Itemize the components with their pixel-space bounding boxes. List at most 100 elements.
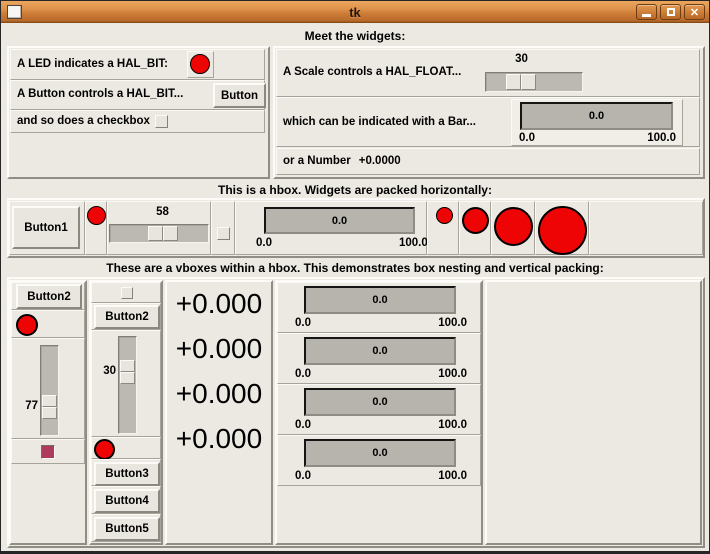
vbox-col3-numbers: +0.000 +0.000 +0.000 +0.000 xyxy=(165,280,273,545)
scale-demo-label: A Scale controls a HAL_FLOAT... xyxy=(283,66,462,78)
handle-right-half xyxy=(163,226,178,241)
checkbox-demo-label: and so does a checkbox xyxy=(17,114,150,127)
window-title: tk xyxy=(349,4,361,20)
vbox-col4-bars: 0.0 0.0 100.0 0.0 0.0 100.0 0.0 0.0 100.… xyxy=(275,280,483,545)
handle-bottom-half xyxy=(120,372,135,384)
hbox-checkbox-cell xyxy=(211,201,235,255)
hal-float-scale-trough[interactable] xyxy=(485,72,583,92)
vboxes-frame: Button2 77 Button2 30 Button3 Button4 Bu… xyxy=(7,277,705,548)
hbox-scale-value: 58 xyxy=(156,206,169,218)
col2-checkbox-cell xyxy=(91,282,161,303)
number-display-1: +0.000 xyxy=(175,288,263,319)
col2-checkbox[interactable] xyxy=(121,287,133,299)
hbox-led-medium xyxy=(462,207,489,234)
close-button[interactable] xyxy=(684,4,705,20)
hal-float-scale-handle[interactable] xyxy=(506,74,536,90)
hbox-scale-handle[interactable] xyxy=(148,226,178,241)
vbox-col1: Button2 77 xyxy=(9,280,87,545)
titlebar[interactable]: tk xyxy=(1,1,709,23)
col2-scale-cell: 30 xyxy=(91,330,161,437)
col1-button-cell: Button2 xyxy=(11,282,85,310)
scale-value-label: 30 xyxy=(515,53,528,65)
bar-1-min: 0.0 xyxy=(295,317,311,329)
hbox-frame: Button1 58 0.0 0.0 100.0 xyxy=(7,198,705,258)
button4[interactable]: Button4 xyxy=(94,489,160,513)
number-display-4: +0.000 xyxy=(175,423,263,454)
vboxes-title: These are a vboxes within a hbox. This d… xyxy=(106,261,604,275)
maximize-button[interactable] xyxy=(660,4,681,20)
hbox-led-medium-cell xyxy=(459,201,491,255)
bar-4-max: 100.0 xyxy=(438,470,467,482)
scale-demo-row: A Scale controls a HAL_FLOAT... 30 xyxy=(276,49,700,97)
handle-right-half xyxy=(521,74,536,90)
col1-scale-trough[interactable] xyxy=(40,345,59,436)
hal-bit-checkbox[interactable] xyxy=(155,115,168,128)
bar-4: 0.0 xyxy=(304,439,456,467)
vbox-col5-empty xyxy=(485,280,702,545)
hal-float-bar: 0.0 xyxy=(520,102,673,130)
handle-top-half xyxy=(120,360,135,372)
bar-group-1: 0.0 0.0 100.0 xyxy=(277,282,481,333)
hbox-led-small xyxy=(436,207,453,224)
button3[interactable]: Button3 xyxy=(94,462,160,486)
tk-window: tk Meet the widgets: A LED indicates a H… xyxy=(0,0,710,554)
bar-group-2: 0.0 0.0 100.0 xyxy=(277,333,481,384)
col2-led-cell xyxy=(91,437,161,460)
hbox-led-large-cell xyxy=(491,201,535,255)
hbox-bar-cell: 0.0 0.0 100.0 xyxy=(235,201,428,255)
number-display-3: +0.000 xyxy=(175,378,263,409)
bar-demo-row: which can be indicated with a Bar... 0.0… xyxy=(276,97,700,147)
bar-3-min: 0.0 xyxy=(295,419,311,431)
col1-scale-handle[interactable] xyxy=(42,395,57,419)
number-demo-row: or a Number +0.0000 xyxy=(276,148,700,175)
hbox-led-xlarge xyxy=(538,206,587,255)
maximize-icon xyxy=(666,8,675,16)
bar-group-4: 0.0 0.0 100.0 xyxy=(277,435,481,486)
hbox-bar-max: 100.0 xyxy=(399,237,428,249)
close-icon xyxy=(690,3,699,21)
handle-left-half xyxy=(148,226,163,241)
button2-col2[interactable]: Button2 xyxy=(94,305,160,329)
col2-button5-cell: Button5 xyxy=(91,514,161,542)
col2-led xyxy=(94,439,115,460)
button-demo-label: A Button controls a HAL_BIT... xyxy=(17,88,184,101)
col1-led-cell xyxy=(11,310,85,338)
bar-1-max: 100.0 xyxy=(438,317,467,329)
button1[interactable]: Button1 xyxy=(12,206,80,249)
col2-button3-cell: Button3 xyxy=(91,459,161,486)
hbox-button-cell: Button1 xyxy=(9,201,85,255)
minimize-button[interactable] xyxy=(636,4,657,20)
bar-group-3: 0.0 0.0 100.0 xyxy=(277,384,481,435)
number-display-2: +0.000 xyxy=(175,333,263,364)
button5[interactable]: Button5 xyxy=(94,517,160,541)
bar-3: 0.0 xyxy=(304,388,456,416)
col2-button4-cell: Button4 xyxy=(91,486,161,514)
col1-scale-value: 77 xyxy=(25,400,38,412)
hbox-scale-trough[interactable] xyxy=(109,224,209,243)
hbox-checkbox[interactable] xyxy=(217,227,230,240)
button2-col1[interactable]: Button2 xyxy=(16,284,82,309)
page-title: Meet the widgets: xyxy=(304,29,406,43)
hbox-led-xlarge-cell xyxy=(535,201,589,255)
window-controls xyxy=(636,4,705,20)
hbox-scale-cell: 58 xyxy=(107,201,211,255)
hbox-bar-min: 0.0 xyxy=(256,237,272,249)
col1-checkbox-checked[interactable] xyxy=(41,445,55,459)
hal-bit-button[interactable]: Button xyxy=(213,83,266,108)
vbox-col2: Button2 30 Button3 Button4 Button5 xyxy=(89,280,163,545)
col1-scale-cell: 77 xyxy=(11,338,85,439)
hbox-bar: 0.0 xyxy=(264,207,415,234)
number-demo-label: or a Number xyxy=(283,154,351,167)
hbox-led-small-cell xyxy=(427,201,459,255)
hbox-led-large xyxy=(494,207,533,246)
col2-button-cell: Button2 xyxy=(91,303,161,330)
col2-scale-trough[interactable] xyxy=(118,336,137,434)
intro-right-frame: A Scale controls a HAL_FLOAT... 30 which… xyxy=(273,46,705,179)
intro-left-frame: A LED indicates a HAL_BIT: A Button cont… xyxy=(7,46,270,179)
led-demo-label: A LED indicates a HAL_BIT: xyxy=(17,57,169,70)
col2-scale-handle[interactable] xyxy=(120,360,135,384)
handle-top-half xyxy=(42,395,57,407)
col2-scale-value: 30 xyxy=(103,365,116,377)
hbox-led xyxy=(87,206,106,225)
bar-min-label: 0.0 xyxy=(519,132,535,144)
